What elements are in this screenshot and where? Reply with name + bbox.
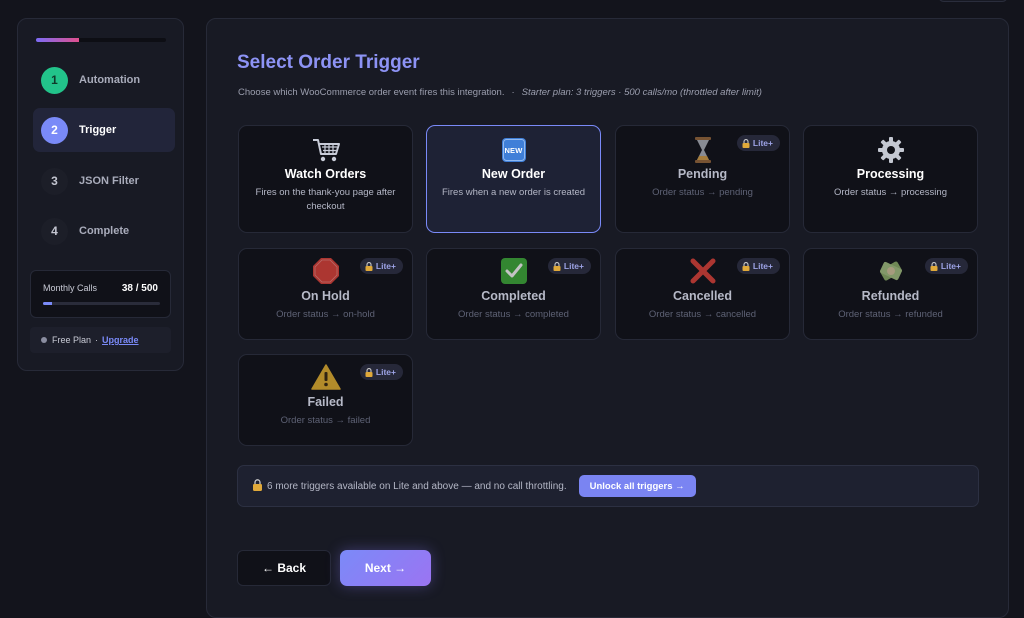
upgrade-link[interactable]: Upgrade <box>102 335 139 345</box>
wizard-progress-fill <box>36 38 79 42</box>
top-right-control <box>938 0 1008 2</box>
trigger-name: Completed <box>481 289 546 303</box>
upsell-banner: 6 more triggers available on Lite and ab… <box>237 465 979 507</box>
hourglass-icon <box>616 136 789 164</box>
stop-sign-icon <box>239 257 412 285</box>
trigger-name: Watch Orders <box>284 167 367 181</box>
step-number-badge: 2 <box>41 116 68 144</box>
back-button[interactable]: ← Back <box>237 550 331 586</box>
page-subtitle: Choose which WooCommerce order event fir… <box>238 87 762 98</box>
sidebar-step-complete[interactable]: 4 Complete <box>33 209 175 253</box>
lock-icon <box>252 478 263 494</box>
plan-name: Free Plan <box>52 335 92 345</box>
trigger-name: On Hold <box>301 289 350 303</box>
trigger-description: Order status → cancelled <box>648 309 757 320</box>
sidebar-step-automation[interactable]: 1 Automation <box>33 58 175 102</box>
cross-icon <box>616 257 789 285</box>
shopping-cart-icon <box>239 136 412 164</box>
monthly-calls-label: Monthly Calls <box>43 283 98 293</box>
step-label: Trigger <box>79 124 117 136</box>
money-refund-icon <box>804 257 977 285</box>
trigger-card-pending[interactable]: Lite+ Pending Order status → pending <box>615 125 790 233</box>
sidebar-step-trigger[interactable]: 2 Trigger <box>33 108 175 152</box>
step-label: Automation <box>79 74 141 86</box>
monthly-calls-value: 38 / 500 <box>121 283 158 294</box>
trigger-description: Fires when a new order is created <box>441 187 586 198</box>
page-title: Select Order Trigger <box>237 52 420 73</box>
trigger-description: Order status → pending <box>652 187 753 198</box>
step-number-badge: 1 <box>41 66 68 94</box>
warning-icon <box>239 363 412 391</box>
upsell-text: 6 more triggers available on Lite and ab… <box>267 480 567 492</box>
trigger-name: Pending <box>677 167 728 181</box>
trigger-card-processing[interactable]: Processing Order status → processing <box>803 125 978 233</box>
trigger-description: Order status → completed <box>458 309 569 320</box>
trigger-description: Fires on the thank-you page after checko… <box>255 187 396 212</box>
wizard-progress-bar <box>36 38 166 42</box>
subtitle-text: Choose which WooCommerce order event fir… <box>238 87 505 98</box>
trigger-name: Processing <box>856 167 925 181</box>
trigger-name: Refunded <box>861 289 920 303</box>
sidebar-step-json-filter[interactable]: 3 JSON Filter <box>33 159 175 203</box>
trigger-description: Order status → processing <box>834 187 947 198</box>
main-panel: Select Order Trigger Choose which WooCom… <box>206 18 1009 618</box>
step-label: JSON Filter <box>79 175 139 187</box>
trigger-name: Failed <box>307 395 344 409</box>
monthly-calls-box: Monthly Calls 38 / 500 <box>30 270 171 318</box>
gear-icon <box>804 136 977 164</box>
plan-status: Free Plan · Upgrade <box>30 327 171 353</box>
checkmark-icon <box>427 257 600 285</box>
trigger-card-failed[interactable]: Lite+ Failed Order status → failed <box>238 354 413 446</box>
plan-limits-text: Starter plan: 3 triggers · 500 calls/mo … <box>521 87 762 98</box>
trigger-description: Order status → failed <box>280 415 371 426</box>
step-number-badge: 3 <box>41 167 68 195</box>
plan-separator: · <box>95 335 99 345</box>
monthly-calls-meter-fill <box>43 302 52 305</box>
trigger-card-on-hold[interactable]: Lite+ On Hold Order status → on-hold <box>238 248 413 340</box>
next-button[interactable]: Next → <box>340 550 431 586</box>
trigger-description: Order status → refunded <box>838 309 943 320</box>
subtitle-separator: · <box>511 87 515 98</box>
trigger-card-cancelled[interactable]: Lite+ Cancelled Order status → cancelled <box>615 248 790 340</box>
plan-status-dot <box>41 337 47 343</box>
trigger-description: Order status → on-hold <box>276 309 375 320</box>
step-number-badge: 4 <box>41 217 68 245</box>
trigger-card-completed[interactable]: Lite+ Completed Order status → completed <box>426 248 601 340</box>
trigger-name: Cancelled <box>672 289 733 303</box>
trigger-card-refunded[interactable]: Lite+ Refunded Order status → refunded <box>803 248 978 340</box>
new-badge-text: NEW <box>504 145 523 155</box>
trigger-card-watch-orders[interactable]: Watch Orders Fires on the thank-you page… <box>238 125 413 233</box>
trigger-card-new-order[interactable]: NEW New Order Fires when a new order is … <box>426 125 601 233</box>
unlock-all-triggers-button[interactable]: Unlock all triggers → <box>578 475 696 497</box>
new-badge-icon: NEW <box>427 136 600 164</box>
monthly-calls-meter <box>43 302 160 305</box>
sidebar: 1 Automation 2 Trigger 3 JSON Filter 4 C… <box>17 18 184 371</box>
trigger-name: New Order <box>481 167 546 181</box>
step-label: Complete <box>79 225 130 237</box>
